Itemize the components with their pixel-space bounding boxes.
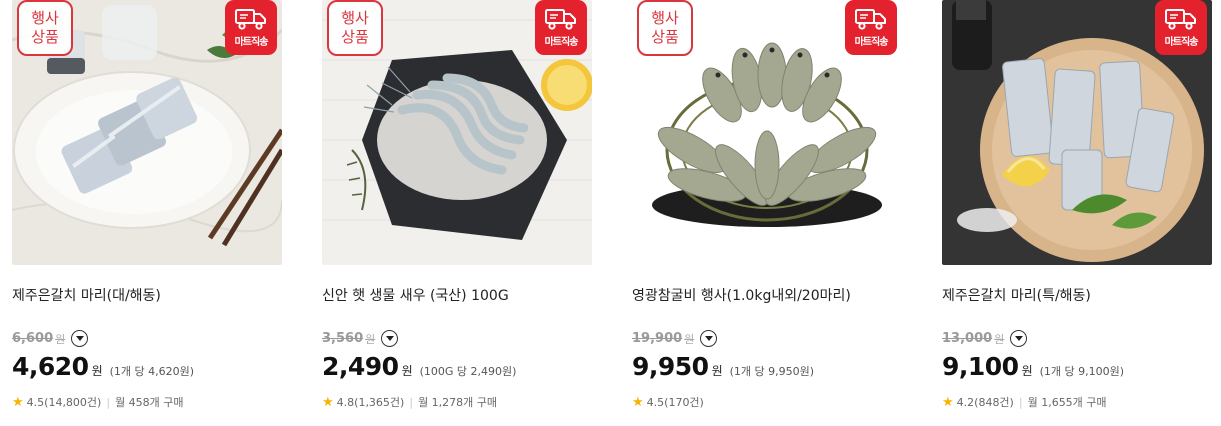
rating-text: 4.5(14,800건) <box>26 396 102 409</box>
product-card[interactable]: 행사 상품 마트직송 영광참굴비 행사(1.0kg내외/20마리) 19,900… <box>632 0 902 426</box>
event-product-badge: 행사 상품 <box>637 0 693 56</box>
mart-delivery-badge: 마트직송 <box>535 0 587 55</box>
sale-price-value: 9,100 <box>942 352 1019 381</box>
monthly-purchases: 월 1,655개 구매 <box>1027 396 1107 409</box>
delivery-truck-icon <box>855 9 886 30</box>
product-name[interactable]: 영광참굴비 행사(1.0kg내외/20마리) <box>632 285 851 305</box>
original-price-unit: 원 <box>55 332 66 346</box>
rating-text: 4.5(170건) <box>646 396 704 409</box>
event-badge-line1: 행사 <box>651 9 679 27</box>
sale-price-unit: 원 <box>401 364 413 378</box>
mart-badge-label: 마트직송 <box>234 37 269 48</box>
event-badge-line2: 상품 <box>31 28 59 46</box>
event-product-badge: 행사 상품 <box>327 0 383 56</box>
event-badge-line1: 행사 <box>341 9 369 27</box>
original-price-unit: 원 <box>684 332 695 346</box>
meta-divider: | <box>409 395 414 409</box>
original-price: 3,560 원 <box>322 330 399 347</box>
star-icon: ★ <box>942 394 954 410</box>
sale-price-unit: 원 <box>711 364 723 378</box>
rating-text: 4.2(848건) <box>956 396 1014 409</box>
product-grid: 행사 상품 마트직송 제주은갈치 마리(대/해동) 6,600 원 4,620 <box>0 0 1221 426</box>
chevron-down-icon[interactable] <box>700 330 718 347</box>
mart-badge-label: 마트직송 <box>1164 37 1199 48</box>
product-image-cutlassfish-board[interactable]: 마트직송 <box>942 0 1212 265</box>
sale-price-value: 4,620 <box>12 352 89 381</box>
delivery-truck-icon <box>545 9 576 30</box>
star-icon: ★ <box>12 394 24 410</box>
event-badge-line2: 상품 <box>651 28 679 46</box>
original-price-unit: 원 <box>994 332 1005 346</box>
mart-delivery-badge: 마트직송 <box>845 0 897 55</box>
unit-price: (1개 당 4,620원) <box>109 365 195 378</box>
sale-price: 4,620 원 (1개 당 4,620원) <box>12 352 194 381</box>
chevron-down-icon[interactable] <box>1010 330 1028 347</box>
product-image-yellow-croaker-bundle[interactable]: 행사 상품 마트직송 <box>632 0 902 265</box>
original-price-value: 6,600 <box>12 331 54 346</box>
product-meta: ★ 4.8(1,365건) | 월 1,278개 구매 <box>322 394 497 410</box>
mart-badge-label: 마트직송 <box>544 37 579 48</box>
chevron-down-icon[interactable] <box>71 330 89 347</box>
product-card[interactable]: 행사 상품 마트직송 제주은갈치 마리(대/해동) 6,600 원 4,620 <box>12 0 282 426</box>
monthly-purchases: 월 1,278개 구매 <box>418 396 498 409</box>
meta-divider: | <box>1018 395 1023 409</box>
original-price-value: 13,000 <box>942 331 993 346</box>
original-price: 13,000 원 <box>942 330 1028 347</box>
original-price: 19,900 원 <box>632 330 718 347</box>
sale-price: 9,100 원 (1개 당 9,100원) <box>942 352 1124 381</box>
meta-divider: | <box>106 395 111 409</box>
mart-delivery-badge: 마트직송 <box>1155 0 1207 55</box>
original-price: 6,600 원 <box>12 330 89 347</box>
delivery-truck-icon <box>235 9 266 30</box>
star-icon: ★ <box>322 394 334 410</box>
monthly-purchases: 월 458개 구매 <box>115 396 184 409</box>
mart-delivery-badge: 마트직송 <box>225 0 277 55</box>
sale-price: 9,950 원 (1개 당 9,950원) <box>632 352 814 381</box>
star-icon: ★ <box>632 394 644 410</box>
original-price-unit: 원 <box>365 332 376 346</box>
sale-price-unit: 원 <box>1021 364 1033 378</box>
unit-price: (1개 당 9,950원) <box>729 365 815 378</box>
event-product-badge: 행사 상품 <box>17 0 73 56</box>
product-meta: ★ 4.2(848건) | 월 1,655개 구매 <box>942 394 1107 410</box>
product-card[interactable]: 행사 상품 마트직송 신안 햇 생물 새우 (국산) 100G 3,560 원 … <box>322 0 592 426</box>
original-price-value: 19,900 <box>632 331 683 346</box>
rating-text: 4.8(1,365건) <box>336 396 405 409</box>
chevron-down-icon[interactable] <box>381 330 399 347</box>
product-name[interactable]: 신안 햇 생물 새우 (국산) 100G <box>322 285 509 305</box>
product-name[interactable]: 제주은갈치 마리(대/해동) <box>12 285 161 305</box>
event-badge-line2: 상품 <box>341 28 369 46</box>
delivery-truck-icon <box>1165 9 1196 30</box>
product-meta: ★ 4.5(170건) <box>632 394 704 410</box>
sale-price: 2,490 원 (100G 당 2,490원) <box>322 352 516 381</box>
mart-badge-label: 마트직송 <box>854 37 889 48</box>
original-price-value: 3,560 <box>322 331 364 346</box>
sale-price-unit: 원 <box>91 364 103 378</box>
product-card[interactable]: 마트직송 제주은갈치 마리(특/해동) 13,000 원 9,100 원 (1개… <box>942 0 1212 426</box>
sale-price-value: 9,950 <box>632 352 709 381</box>
product-name[interactable]: 제주은갈치 마리(특/해동) <box>942 285 1091 305</box>
product-meta: ★ 4.5(14,800건) | 월 458개 구매 <box>12 394 184 410</box>
product-image-cutlassfish-plate[interactable]: 행사 상품 마트직송 <box>12 0 282 265</box>
product-image-shrimp-slate[interactable]: 행사 상품 마트직송 <box>322 0 592 265</box>
unit-price: (1개 당 9,100원) <box>1039 365 1125 378</box>
unit-price: (100G 당 2,490원) <box>419 365 517 378</box>
sale-price-value: 2,490 <box>322 352 399 381</box>
event-badge-line1: 행사 <box>31 9 59 27</box>
